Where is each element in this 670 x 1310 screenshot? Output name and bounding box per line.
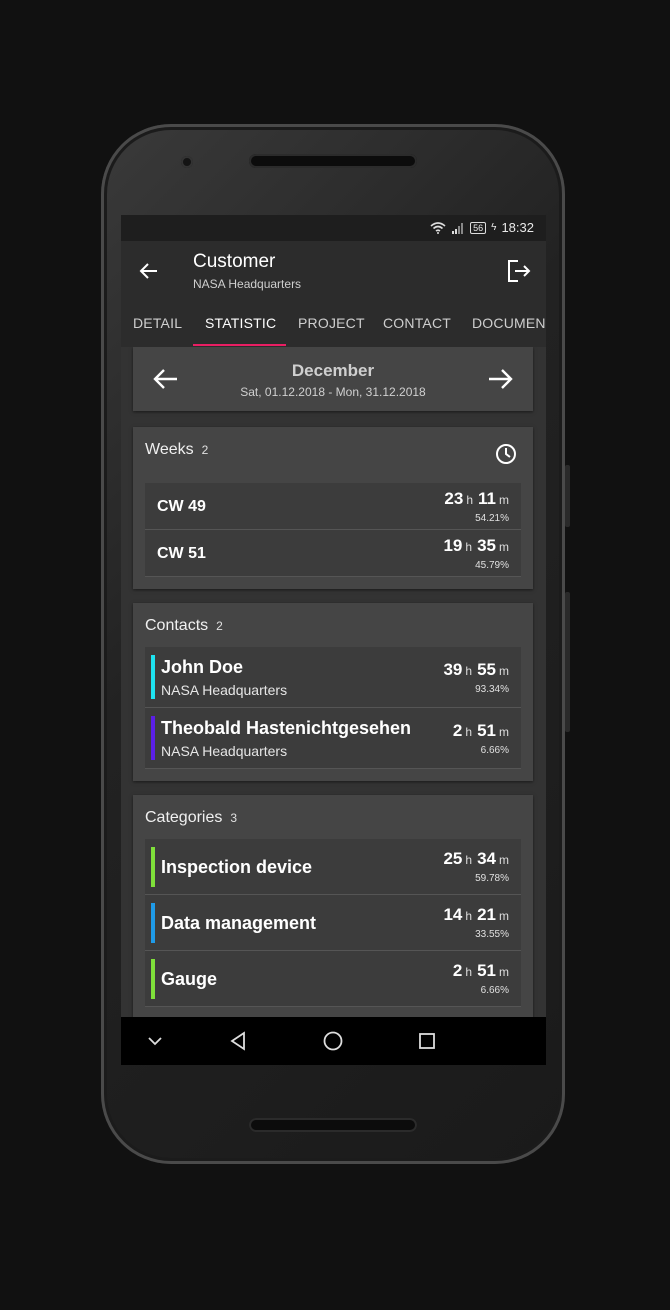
week-label: CW 51 (157, 545, 206, 562)
contact-duration: 39 h 55 m (443, 660, 509, 679)
app-bar: Customer NASA Headquarters (121, 241, 546, 301)
contact-company: NASA Headquarters (161, 743, 288, 759)
contact-name: Theobald Hastenichtgesehen (161, 718, 412, 738)
status-bar: 56 ϟ 18:32 (121, 215, 546, 241)
categories-card: Categories 3 Inspection device 25 h 34 m 59.… (133, 795, 533, 1017)
category-color-bar (151, 847, 155, 887)
tab-detail[interactable]: DETAIL (133, 315, 182, 331)
category-duration: 25 h 34 m (443, 849, 509, 868)
bottom-speaker (249, 1118, 417, 1132)
volume-button (565, 592, 570, 732)
month-date-range: Sat, 01.12.2018 - Mon, 31.12.2018 (240, 385, 426, 399)
month-name: December (291, 361, 375, 380)
contact-percent: 6.66% (480, 745, 509, 756)
week-duration: 23 h 11 m (444, 489, 509, 508)
week-row[interactable]: CW 49 23 h 11 m 54.21% (145, 483, 521, 530)
category-row[interactable]: Gauge 2 h 51 m 6.66% (145, 951, 521, 1007)
categories-title: Categories (145, 809, 223, 826)
chevron-down-icon[interactable] (143, 1029, 167, 1053)
contacts-card: Contacts 2 John Doe NASA Headquarters 39 h… (133, 603, 533, 781)
next-month-arrow-icon[interactable] (487, 367, 513, 391)
category-name: Inspection device (161, 857, 313, 877)
tab-bar: DETAIL STATISTIC PROJECT CONTACT DOCUMEN… (121, 301, 546, 347)
week-percent: 45.79% (475, 560, 509, 571)
tab-project[interactable]: PROJECT (298, 315, 365, 331)
category-percent: 6.66% (480, 985, 509, 996)
top-speaker (249, 154, 417, 168)
weeks-header: Weeks 2 (145, 441, 208, 459)
category-duration: 2 h 51 m (452, 961, 509, 980)
contact-percent: 93.34% (475, 684, 509, 695)
battery-icon: 56 (470, 221, 487, 234)
status-time: 18:32 (501, 220, 534, 235)
categories-header: Categories 3 (145, 809, 237, 827)
active-tab-indicator (193, 344, 286, 346)
contact-color-bar (151, 716, 155, 760)
category-percent: 33.55% (475, 929, 509, 940)
category-color-bar (151, 903, 155, 943)
power-button (565, 465, 570, 527)
wifi-icon (430, 221, 446, 234)
week-percent: 54.21% (475, 513, 509, 524)
category-percent: 59.78% (475, 873, 509, 884)
contacts-title: Contacts (145, 617, 209, 634)
back-arrow-icon[interactable] (137, 259, 161, 283)
contact-row[interactable]: Theobald Hastenichtgesehen NASA Headquar… (145, 708, 521, 769)
weeks-count: 2 (201, 443, 209, 457)
month-selector: December Sat, 01.12.2018 - Mon, 31.12.20… (133, 347, 533, 411)
logout-icon[interactable] (504, 257, 532, 285)
category-name: Gauge (161, 969, 218, 989)
front-camera (181, 156, 193, 168)
tab-statistic[interactable]: STATISTIC (205, 315, 276, 331)
back-triangle-icon[interactable] (226, 1029, 250, 1053)
contact-company: NASA Headquarters (161, 682, 288, 698)
categories-count: 3 (230, 811, 238, 825)
week-duration: 19 h 35 m (443, 536, 509, 555)
page-subtitle: NASA Headquarters (193, 277, 302, 291)
week-label: CW 49 (157, 498, 206, 515)
clock-icon[interactable] (495, 443, 517, 465)
contact-row[interactable]: John Doe NASA Headquarters 39 h 55 m 93.34% (145, 647, 521, 708)
signal-icon (452, 222, 464, 234)
weeks-title: Weeks (145, 441, 194, 458)
category-color-bar (151, 959, 155, 999)
contacts-count: 2 (216, 619, 223, 633)
recents-square-icon[interactable] (415, 1029, 439, 1053)
weeks-card: Weeks 2 CW 49 23 h 11 m 54.21% CW 51 19 h 35 m … (133, 427, 533, 589)
category-row[interactable]: Inspection device 25 h 34 m 59.78% (145, 839, 521, 895)
contact-color-bar (151, 655, 155, 699)
system-nav-bar (121, 1017, 546, 1065)
contact-name: John Doe (161, 657, 244, 677)
contact-duration: 2 h 51 m (452, 721, 509, 740)
category-row[interactable]: Data management 14 h 21 m 33.55% (145, 895, 521, 951)
category-duration: 14 h 21 m (443, 905, 509, 924)
home-circle-icon[interactable] (321, 1029, 345, 1053)
category-name: Data management (161, 913, 317, 933)
charging-icon: ϟ (491, 222, 497, 233)
page-title: Customer (193, 251, 276, 272)
contacts-header: Contacts 2 (145, 617, 223, 635)
tab-contact[interactable]: CONTACT (383, 315, 451, 331)
tab-document[interactable]: DOCUMENT (472, 315, 546, 331)
statistics-content[interactable]: December Sat, 01.12.2018 - Mon, 31.12.20… (121, 347, 546, 1017)
screen: 56 ϟ 18:32 Customer NASA Headquarters DE… (121, 215, 546, 1065)
week-row[interactable]: CW 51 19 h 35 m 45.79% (145, 530, 521, 577)
